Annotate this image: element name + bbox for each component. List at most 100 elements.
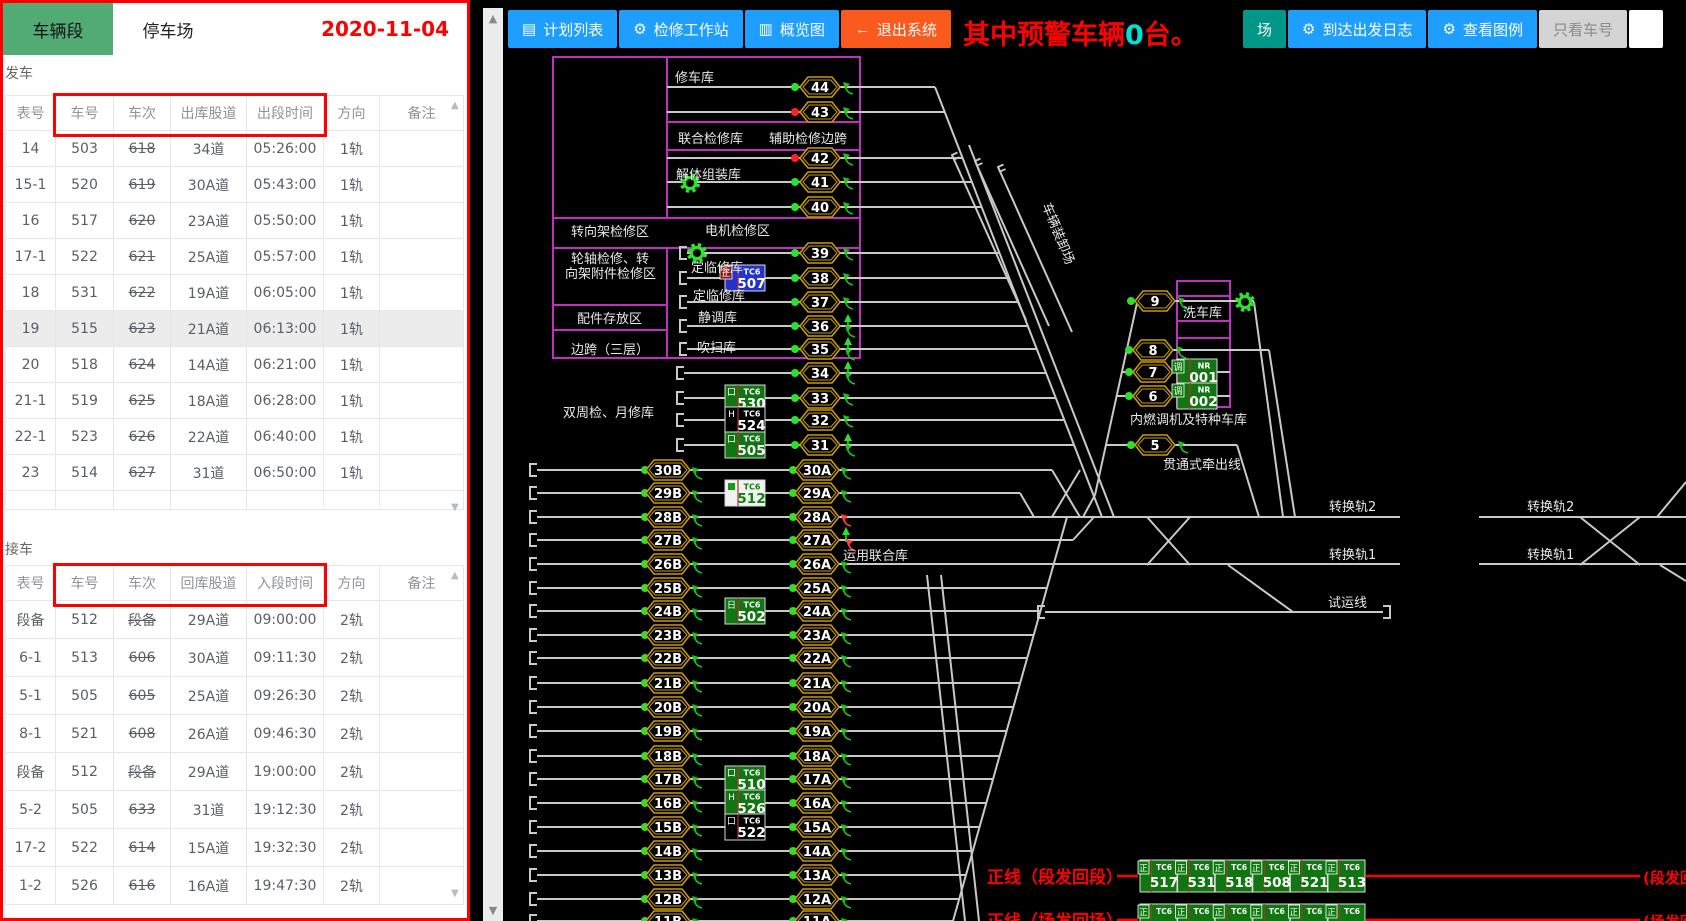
- back-arrow-icon: ←: [855, 22, 870, 37]
- diagram-label: 36: [811, 320, 829, 335]
- table-row[interactable]: 5-150560525A道09:26:302轨: [6, 677, 464, 715]
- table-row[interactable]: 1-252661616A道19:47:302轨: [6, 867, 464, 905]
- scroll-up-icon[interactable]: ▲: [483, 12, 503, 25]
- diagram-label: 14A: [803, 845, 831, 860]
- button-概览图[interactable]: ▥概览图: [745, 10, 839, 48]
- tab-停车场[interactable]: 停车场: [113, 3, 223, 55]
- table-row[interactable]: 段备512段备29A道09:00:002轨: [6, 601, 464, 639]
- button-到达出发日志[interactable]: ⚙到达出发日志: [1288, 10, 1426, 48]
- diagram-label: 正: [1327, 864, 1336, 874]
- diagram-label: 38: [811, 272, 829, 287]
- departure-scroll-down[interactable]: ▼: [451, 503, 459, 513]
- track-status-dot: [791, 83, 799, 91]
- mainline-right-label: (段发回场: [1643, 869, 1686, 887]
- diagram-label: 26A: [803, 558, 831, 573]
- track-status-dot: [791, 249, 799, 257]
- table-row[interactable]: 1853162219A道06:05:001轨: [6, 275, 464, 311]
- table-row[interactable]: 22-152362622A道06:40:001轨: [6, 419, 464, 455]
- diagram-label: 502: [737, 609, 765, 625]
- table-cell: 06:05:00: [247, 275, 324, 311]
- diagram-label: 20B: [654, 701, 682, 716]
- column-header: 车号: [56, 566, 114, 601]
- diagram-label: 16B: [654, 797, 682, 812]
- table-cell: 1轨: [324, 419, 380, 455]
- table-cell: 513: [56, 639, 114, 677]
- diagram-label: 解体组装库: [676, 167, 741, 183]
- button-只看车号[interactable]: 只看车号: [1539, 10, 1627, 48]
- table-cell: [380, 131, 464, 167]
- diagram-label: 24A: [803, 605, 831, 620]
- table-row[interactable]: 17-152262125A道05:57:001轨: [6, 239, 464, 275]
- arrival-scroll-down[interactable]: ▼: [451, 889, 459, 899]
- table-cell: 34道: [171, 131, 247, 167]
- table-cell: 514: [56, 455, 114, 491]
- table-cell: [380, 419, 464, 455]
- blank-toggle[interactable]: [1629, 10, 1663, 48]
- button-检修工作站[interactable]: ⚙检修工作站: [619, 10, 742, 48]
- button-计划列表[interactable]: ▤计划列表: [508, 10, 617, 48]
- diagram-label: 002: [1189, 394, 1217, 410]
- arrival-scroll-up[interactable]: ▲: [451, 571, 459, 581]
- diagram-label: 522: [737, 825, 765, 841]
- table-cell: 625: [114, 383, 171, 419]
- diagram-label: 静调库: [698, 310, 737, 326]
- diagram-label: 30A: [803, 464, 831, 479]
- train-box-symbol: 口: [727, 769, 736, 779]
- table-cell: 1轨: [324, 383, 380, 419]
- tab-车辆段[interactable]: 车辆段: [3, 3, 113, 55]
- table-cell: 06:13:00: [247, 311, 324, 347]
- button-查看图例[interactable]: ⚙查看图例: [1428, 10, 1536, 48]
- diagram-label: 内燃调机及特种车库: [1130, 412, 1247, 428]
- table-cell: [380, 639, 464, 677]
- table-cell: 523: [56, 419, 114, 455]
- scroll-down-icon[interactable]: ▼: [483, 904, 503, 917]
- table-row[interactable]: 1450361834道05:26:001轨: [6, 131, 464, 167]
- table-row[interactable]: 段备512段备29A道19:00:002轨: [6, 753, 464, 791]
- table-row[interactable]: 6-151360630A道09:11:302轨: [6, 639, 464, 677]
- track-status-dot: [791, 108, 799, 116]
- button-退出系统[interactable]: ←退出系统: [841, 10, 951, 48]
- diagram-label: 25B: [654, 582, 682, 597]
- table-row[interactable]: 2051862414A道06:21:001轨: [6, 347, 464, 383]
- table-cell: 620: [114, 203, 171, 239]
- track-status-dot: [791, 345, 799, 353]
- table-cell: 23: [6, 455, 56, 491]
- table-row[interactable]: 8-152160826A道09:46:302轨: [6, 715, 464, 753]
- departure-scroll-up[interactable]: ▲: [451, 101, 459, 111]
- table-row[interactable]: 17-252261415A道19:32:302轨: [6, 829, 464, 867]
- warning-text: 其中预警车辆0台。: [963, 13, 1198, 52]
- button-场[interactable]: 场: [1243, 10, 1286, 48]
- table-cell: 19:00:00: [247, 753, 324, 791]
- diagram-label: 正: [1177, 864, 1186, 874]
- diagram-label: 29A: [803, 487, 831, 502]
- diagram-label: TC6: [1194, 907, 1210, 916]
- table-cell: 1轨: [324, 131, 380, 167]
- diagram-label: 12A: [803, 893, 831, 908]
- table-row[interactable]: 2351462731道06:50:001轨: [6, 455, 464, 491]
- table-cell: 526: [56, 867, 114, 905]
- diagram-label: 11B: [654, 915, 682, 921]
- table-cell: 2轨: [324, 867, 380, 905]
- table-cell: 8-1: [6, 715, 56, 753]
- panel-scrollbar[interactable]: ▲ ▼: [483, 8, 503, 921]
- table-row[interactable]: 1951562321A道06:13:001轨: [6, 311, 464, 347]
- diagram-label: 边跨（三层）: [571, 343, 649, 358]
- track-status-dot: [791, 394, 799, 402]
- diagram-label: 35: [811, 343, 829, 358]
- table-cell: 22A道: [171, 419, 247, 455]
- table-cell: 31道: [171, 455, 247, 491]
- column-header: 方向: [324, 96, 380, 131]
- arrival-table: 表号车号车次回库股道入段时间方向备注段备512段备29A道09:00:002轨6…: [5, 565, 464, 905]
- table-row[interactable]: 5-250563331道19:12:302轨: [6, 791, 464, 829]
- table-cell: [380, 203, 464, 239]
- table-cell: 1轨: [324, 239, 380, 275]
- diagram-label: 试运线: [1328, 596, 1367, 611]
- table-cell: 512: [56, 601, 114, 639]
- table-row[interactable]: 1651762023A道05:50:001轨: [6, 203, 464, 239]
- track-status-dot: [1125, 346, 1133, 354]
- table-row[interactable]: 21-151962518A道06:28:001轨: [6, 383, 464, 419]
- diagram-label: 34: [811, 367, 829, 382]
- table-cell: 17-1: [6, 239, 56, 275]
- diagram-label: 13B: [654, 869, 682, 884]
- table-row[interactable]: 15-152061930A道05:43:001轨: [6, 167, 464, 203]
